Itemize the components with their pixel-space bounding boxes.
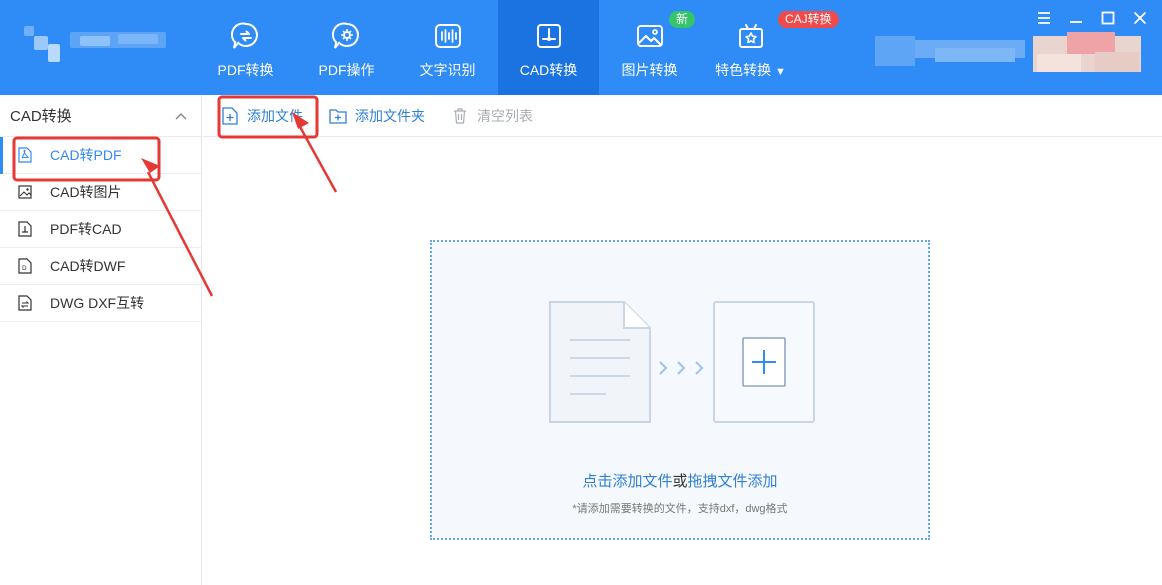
chevron-up-icon[interactable]	[175, 107, 187, 125]
sidebar-item-cad-to-pdf[interactable]: CAD转PDF	[0, 137, 201, 174]
app-header: PDF转换 PDF操作 文字识别 CAD转换 图片转换 新 特色转换 ▼ CAJ…	[0, 0, 1162, 95]
tab-label: PDF操作	[318, 62, 375, 78]
swap-file-icon	[18, 295, 32, 311]
menu-icon[interactable]	[1034, 8, 1054, 28]
document-to-add-icon	[549, 301, 815, 423]
tab-label: 文字识别	[419, 62, 476, 78]
special-convert-icon	[735, 20, 767, 52]
user-profile-area[interactable]	[875, 30, 1145, 74]
close-icon[interactable]	[1130, 8, 1150, 28]
app-logo	[22, 22, 172, 68]
file-toolbar: 添加文件 添加文件夹 清空列表	[203, 95, 1162, 137]
supported-formats-hint: *请添加需要转换的文件，支持dxf，dwg格式	[572, 503, 788, 515]
tab-special-convert[interactable]: 特色转换 ▼ CAJ转换	[700, 0, 839, 95]
sidebar-item-label: CAD转DWF	[50, 258, 126, 274]
click-add-link[interactable]: 点击添加文件	[582, 473, 672, 490]
pdf-file-icon	[18, 147, 32, 163]
window-controls	[1034, 8, 1150, 28]
text-recognition-icon	[432, 20, 464, 52]
add-folder-icon	[329, 107, 347, 125]
add-folder-label: 添加文件夹	[355, 107, 425, 124]
sidebar-header[interactable]: CAD转换	[0, 95, 201, 137]
drop-instruction: 点击添加文件或拖拽文件添加	[582, 473, 778, 490]
file-drop-zone[interactable]: 点击添加文件或拖拽文件添加 *请添加需要转换的文件，支持dxf，dwg格式	[430, 240, 930, 540]
image-file-icon	[18, 184, 32, 200]
cad-file-icon	[18, 221, 32, 237]
minimize-icon[interactable]	[1066, 8, 1086, 28]
tab-label: 特色转换 ▼	[715, 62, 786, 78]
tab-label: PDF转换	[217, 62, 274, 78]
svg-text:D: D	[22, 265, 27, 272]
image-convert-icon	[634, 20, 666, 52]
clear-list-button[interactable]: 清空列表	[451, 95, 533, 137]
sidebar-item-label: DWG DXF互转	[50, 295, 145, 311]
tab-pdf-convert[interactable]: PDF转换	[195, 0, 296, 95]
tab-label: CAD转换	[519, 62, 578, 78]
pdf-convert-icon	[230, 20, 262, 52]
dwf-file-icon: D	[18, 258, 32, 274]
sidebar-item-label: PDF转CAD	[50, 221, 122, 237]
drop-illustration	[548, 300, 818, 430]
tab-image-convert[interactable]: 图片转换 新	[599, 0, 700, 95]
sidebar-item-label: CAD转PDF	[50, 147, 122, 163]
maximize-icon[interactable]	[1098, 8, 1118, 28]
sidebar-item-pdf-to-cad[interactable]: PDF转CAD	[0, 211, 201, 248]
sidebar-title: CAD转换	[10, 108, 72, 125]
sidebar-item-dwg-dxf-swap[interactable]: DWG DXF互转	[0, 285, 201, 322]
add-file-button[interactable]: 添加文件	[221, 95, 303, 137]
tab-label: 图片转换	[621, 62, 678, 78]
tab-text-recognition[interactable]: 文字识别	[397, 0, 498, 95]
add-folder-button[interactable]: 添加文件夹	[329, 95, 425, 137]
chevron-down-icon: ▼	[775, 66, 786, 78]
drag-add-text: 拖拽文件添加	[687, 473, 778, 490]
sidebar: CAD转换 CAD转PDF CAD转图片 PDF转CAD D CAD转DWF D…	[0, 95, 202, 585]
tab-cad-convert[interactable]: CAD转换	[498, 0, 599, 95]
pdf-operation-icon	[331, 20, 363, 52]
add-file-icon	[221, 106, 239, 125]
sidebar-item-label: CAD转图片	[50, 184, 122, 200]
cad-convert-icon	[533, 20, 565, 52]
add-file-label: 添加文件	[247, 107, 303, 124]
trash-icon	[451, 107, 469, 125]
clear-list-label: 清空列表	[477, 107, 533, 124]
caj-badge: CAJ转换	[778, 11, 839, 28]
tab-pdf-operation[interactable]: PDF操作	[296, 0, 397, 95]
sidebar-item-cad-to-dwf[interactable]: D CAD转DWF	[0, 248, 201, 285]
new-badge: 新	[669, 11, 696, 28]
main-nav: PDF转换 PDF操作 文字识别 CAD转换 图片转换 新 特色转换 ▼ CAJ…	[195, 0, 839, 95]
sidebar-item-cad-to-image[interactable]: CAD转图片	[0, 174, 201, 211]
